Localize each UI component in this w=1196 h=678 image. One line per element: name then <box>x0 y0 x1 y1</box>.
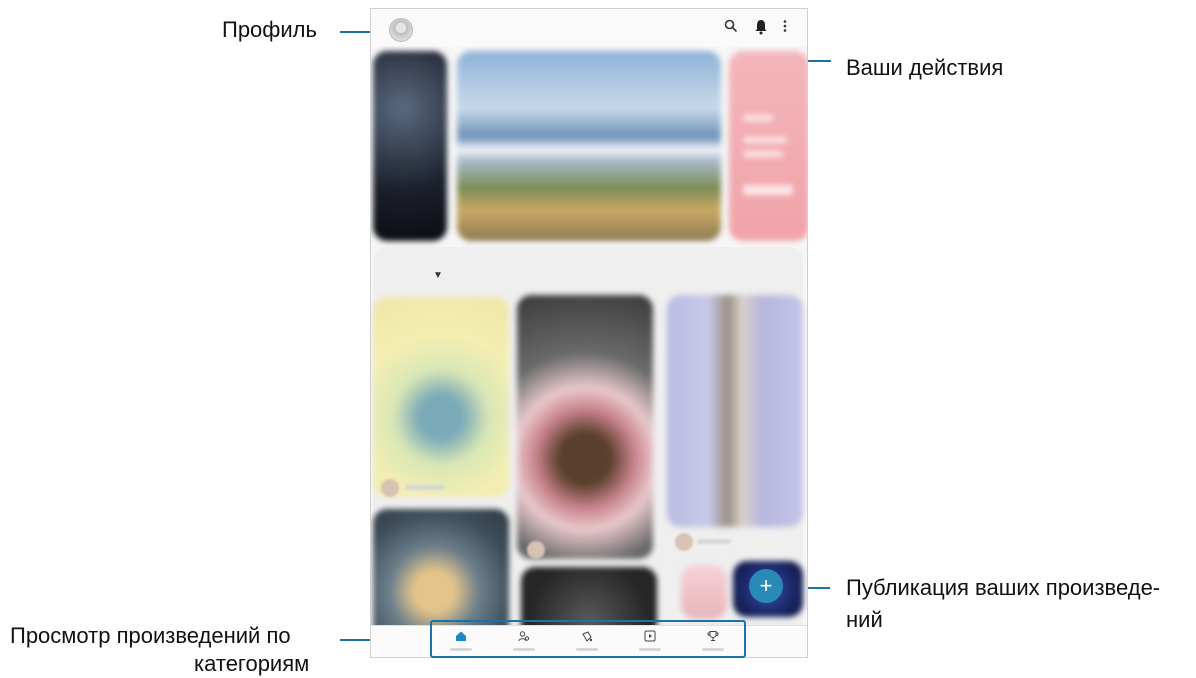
artwork-card[interactable] <box>373 297 509 497</box>
artwork-card[interactable] <box>667 295 803 527</box>
profile-avatar[interactable] <box>389 18 413 42</box>
bottom-nav-highlight <box>430 620 746 658</box>
artwork-card[interactable] <box>517 295 653 559</box>
author-avatar <box>675 533 693 551</box>
featured-artwork-night[interactable] <box>373 51 447 241</box>
artwork-card[interactable] <box>681 565 727 619</box>
banner-button-placeholder <box>743 185 793 195</box>
author-name-placeholder <box>697 539 731 544</box>
callout-profile: Профиль <box>222 17 317 42</box>
callout-publish-1: Публикация ваших произведе- <box>846 575 1161 600</box>
callout-activity: Ваши действия <box>846 55 1004 80</box>
add-artwork-button[interactable]: + <box>749 569 783 603</box>
callout-browse-1: Просмотр произведений по <box>10 623 291 648</box>
more-vert-icon[interactable] <box>777 19 793 35</box>
app-screen: ▼ + <box>370 8 808 658</box>
featured-artwork-mountain[interactable] <box>457 51 721 241</box>
banner-text-placeholder <box>743 137 787 143</box>
chevron-down-icon[interactable]: ▼ <box>433 270 443 281</box>
bell-icon[interactable] <box>753 19 769 35</box>
callout-publish-2: ний <box>846 607 883 632</box>
author-avatar <box>381 479 399 497</box>
plus-icon: + <box>759 573 773 598</box>
banner-text-placeholder <box>743 151 783 157</box>
author-name-placeholder <box>405 485 445 490</box>
callout-browse-2: категориям <box>194 651 310 676</box>
featured-banner-pink[interactable] <box>729 51 807 241</box>
search-icon[interactable] <box>723 19 739 35</box>
author-avatar <box>527 541 545 559</box>
banner-text-placeholder <box>743 115 773 121</box>
top-app-bar <box>371 9 807 47</box>
